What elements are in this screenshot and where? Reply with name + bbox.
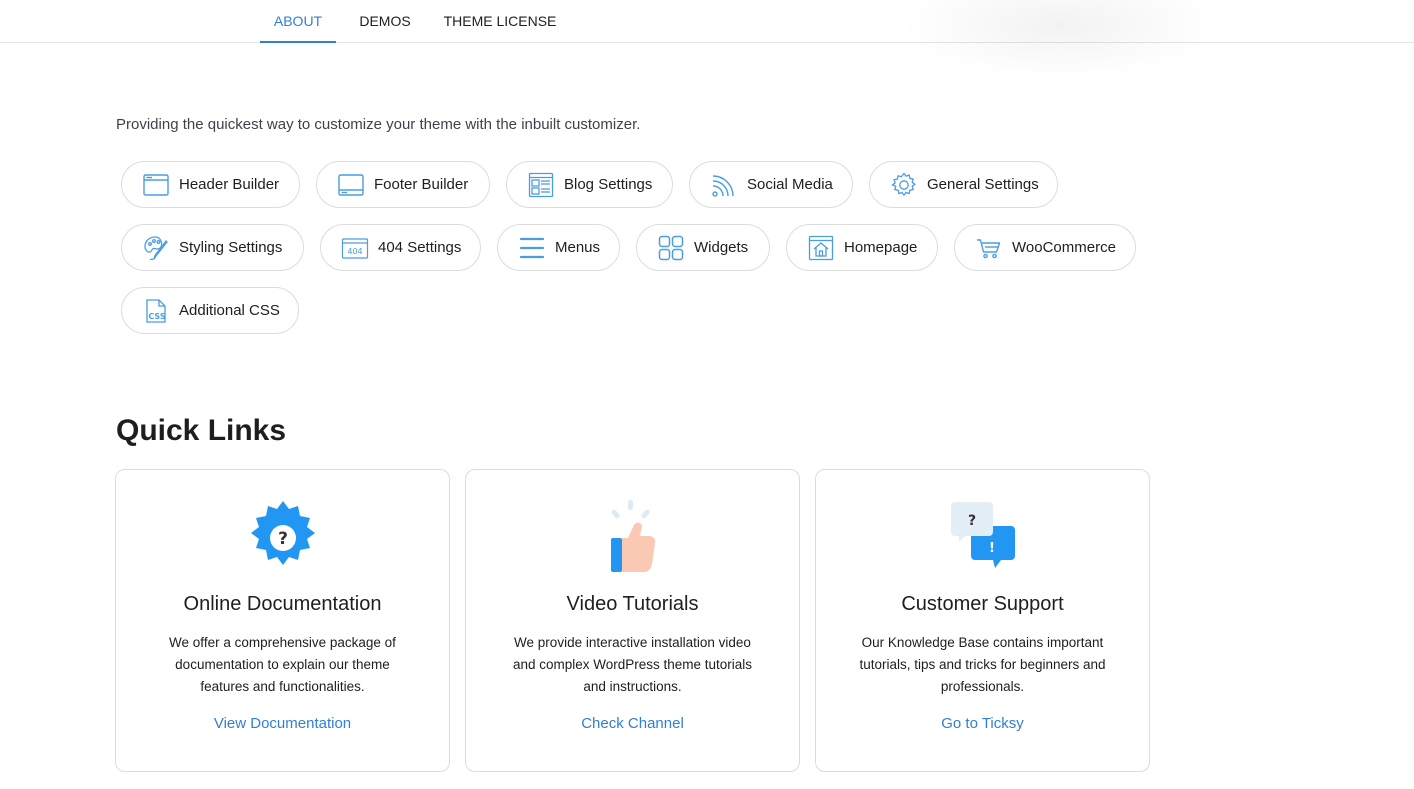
woocommerce-button[interactable]: WooCommerce — [954, 224, 1136, 271]
chip-label: WooCommerce — [1012, 239, 1116, 256]
check-channel-link[interactable]: Check Channel — [466, 715, 799, 732]
chip-label: 404 Settings — [378, 239, 462, 256]
customer-support-card: ! ? Customer Support Our Knowledge Base … — [815, 469, 1150, 772]
chip-label: Homepage — [844, 239, 918, 256]
header-builder-button[interactable]: Header Builder — [121, 161, 300, 208]
chip-label: Footer Builder — [374, 176, 469, 193]
card-title: Customer Support — [901, 593, 1064, 615]
footer-builder-button[interactable]: Footer Builder — [316, 161, 490, 208]
card-description: We provide interactive installation vide… — [512, 635, 753, 694]
homepage-icon — [808, 235, 834, 260]
blog-settings-button[interactable]: Blog Settings — [506, 161, 673, 208]
thumbs-up-icon — [610, 500, 655, 572]
svg-text:404: 404 — [347, 247, 362, 256]
menus-button[interactable]: Menus — [497, 224, 620, 271]
homepage-button[interactable]: Homepage — [786, 224, 938, 271]
tab-demos[interactable]: DEMOS — [350, 0, 420, 43]
footer-builder-icon — [338, 173, 364, 196]
header-builder-icon — [143, 173, 169, 196]
general-settings-button[interactable]: General Settings — [869, 161, 1058, 208]
svg-text:CSS: CSS — [148, 312, 165, 321]
chip-label: Header Builder — [179, 176, 280, 193]
social-media-button[interactable]: Social Media — [689, 161, 853, 208]
css-file-icon: CSS — [146, 298, 166, 323]
blog-settings-icon — [528, 172, 554, 197]
additional-css-button[interactable]: CSS Additional CSS — [121, 287, 299, 334]
widgets-button[interactable]: Widgets — [636, 224, 770, 271]
header-shadow-decoration — [900, 0, 1220, 80]
quick-links-heading: Quick Links — [116, 414, 287, 447]
chip-label: Blog Settings — [564, 176, 653, 193]
widgets-grid-icon — [658, 235, 684, 260]
chip-label: Menus — [555, 239, 601, 256]
video-tutorials-card: Video Tutorials We provide interactive i… — [465, 469, 800, 772]
top-navigation: ABOUT DEMOS THEME LICENSE — [0, 0, 1414, 80]
styling-settings-button[interactable]: Styling Settings — [121, 224, 304, 271]
card-description: Our Knowledge Base contains important tu… — [859, 635, 1106, 694]
online-documentation-card: ? Online Documentation We offer a compre… — [115, 469, 450, 772]
intro-text: Providing the quickest way to customize … — [116, 116, 641, 133]
gear-icon — [891, 171, 916, 196]
chip-label: Additional CSS — [179, 302, 280, 319]
chip-label: Widgets — [694, 239, 749, 256]
hamburger-menu-icon — [519, 237, 545, 258]
chip-label: General Settings — [927, 176, 1039, 193]
svg-text:!: ! — [989, 541, 995, 556]
svg-text:?: ? — [967, 513, 975, 529]
chat-bubbles-icon: ! ? — [950, 502, 1015, 568]
rss-icon — [712, 174, 734, 197]
card-description: We offer a comprehensive package of docu… — [169, 635, 396, 694]
view-documentation-link[interactable]: View Documentation — [116, 715, 449, 732]
page-404-icon: 404 — [341, 237, 369, 259]
chip-label: Social Media — [747, 176, 833, 193]
palette-icon — [144, 235, 168, 260]
svg-text:?: ? — [278, 529, 288, 549]
404-settings-button[interactable]: 404 404 Settings — [320, 224, 481, 271]
go-to-ticksy-link[interactable]: Go to Ticksy — [816, 715, 1149, 732]
card-title: Online Documentation — [183, 593, 382, 615]
tab-theme-license[interactable]: THEME LICENSE — [438, 0, 562, 43]
chip-label: Styling Settings — [179, 239, 283, 256]
card-title: Video Tutorials — [566, 593, 699, 615]
cart-icon — [977, 238, 1001, 258]
tab-about[interactable]: ABOUT — [260, 0, 336, 43]
gear-question-icon: ? — [250, 501, 315, 565]
